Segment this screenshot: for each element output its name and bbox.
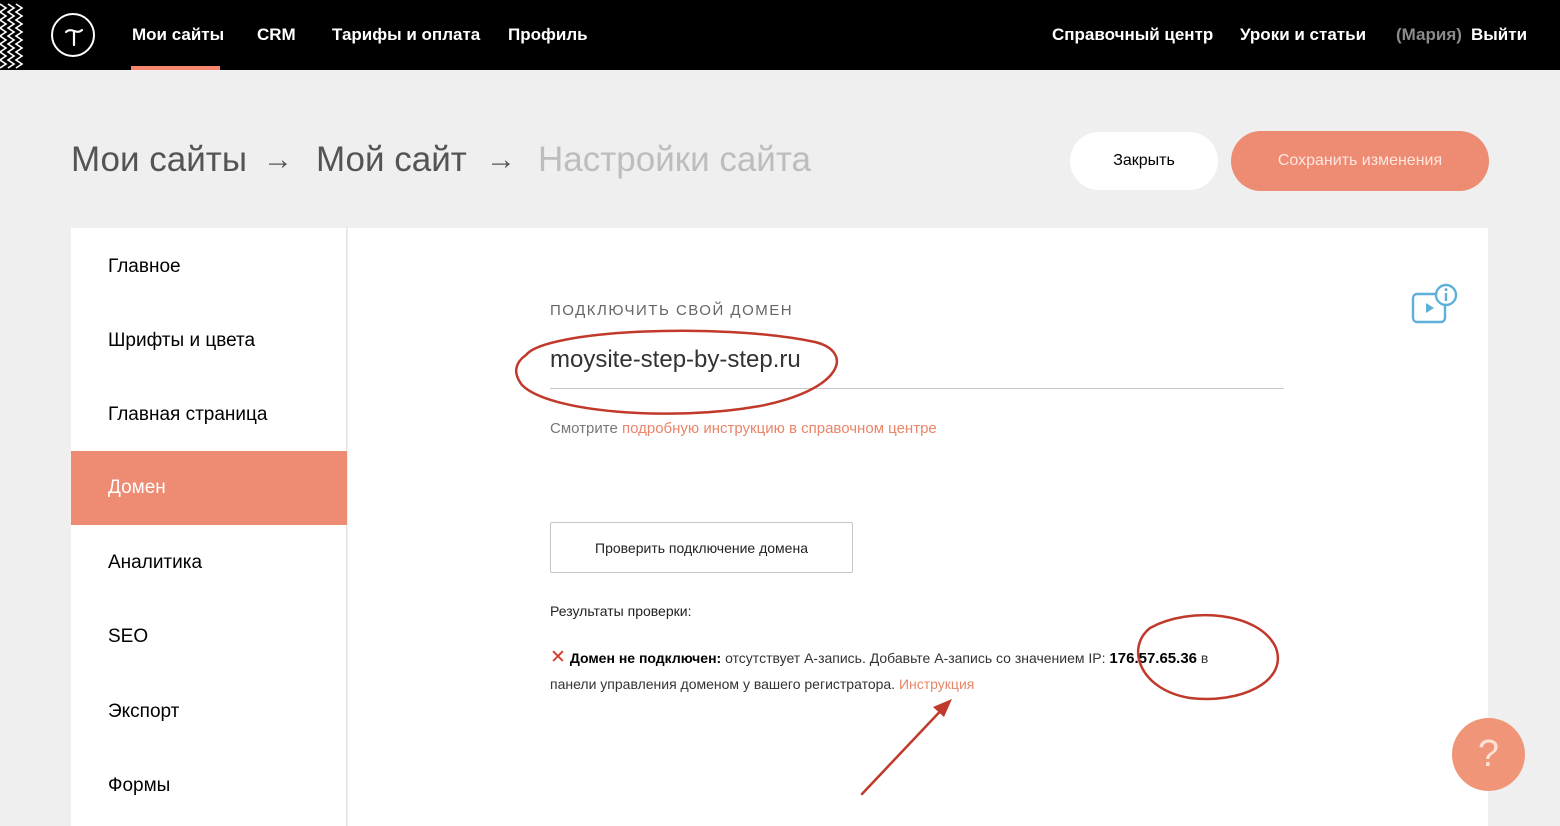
error-x-icon: ✕ (550, 647, 566, 668)
breadcrumb-my-site[interactable]: Мой сайт (316, 138, 467, 182)
domain-input[interactable]: moysite-step-by-step.ru (550, 343, 801, 377)
logout-link[interactable]: Выйти (1471, 23, 1527, 47)
page-title: Настройки сайта (538, 140, 811, 179)
result-message-line2: панели управления доменом у вашего регис… (550, 676, 899, 692)
nav-my-sites[interactable]: Мои сайты (132, 23, 224, 47)
instruction-link[interactable]: Инструкция (899, 676, 974, 692)
sidebar-item-home-page[interactable]: Главная страница (71, 378, 347, 452)
help-center-instruction-link[interactable]: подробную инструкцию в справочном центре (622, 420, 937, 437)
save-changes-button[interactable]: Сохранить изменения (1231, 131, 1489, 191)
nav-tariffs[interactable]: Тарифы и оплата (332, 23, 480, 47)
video-info-icon[interactable] (1410, 283, 1458, 325)
breadcrumb-separator: → (263, 143, 293, 176)
sidebar-item-export[interactable]: Экспорт (71, 675, 347, 749)
sidebar-item-analytics[interactable]: Аналитика (71, 526, 347, 600)
sidebar-item-fonts-colors[interactable]: Шрифты и цвета (71, 304, 347, 378)
status-not-connected: Домен не подключен: (569, 650, 722, 666)
result-message: отсутствует А-запись. Добавьте А-запись … (721, 650, 1110, 666)
settings-sidebar: Главное Шрифты и цвета Главная страница … (71, 228, 347, 826)
domain-settings-panel (348, 228, 1488, 826)
breadcrumb-my-sites[interactable]: Мои сайты (71, 138, 247, 182)
nav-lessons[interactable]: Уроки и статьи (1240, 23, 1366, 47)
nav-profile[interactable]: Профиль (508, 23, 588, 47)
top-navigation-bar: Мои сайты CRM Тарифы и оплата Профиль Сп… (0, 0, 1560, 70)
zigzag-decoration-icon (0, 3, 24, 69)
sidebar-item-forms[interactable]: Формы (71, 749, 347, 823)
nav-active-indicator (131, 66, 220, 70)
sidebar-item-main[interactable]: Главное (71, 230, 347, 304)
nav-help-center[interactable]: Справочный центр (1052, 23, 1213, 47)
user-name: (Мария) (1396, 25, 1462, 44)
question-icon: ? (1477, 733, 1500, 775)
check-result-line-1: ✕ Домен не подключен: отсутствует А-запи… (550, 648, 1208, 669)
result-message-tail: в (1197, 650, 1209, 666)
domain-section-label: ПОДКЛЮЧИТЬ СВОЙ ДОМЕН (550, 302, 794, 319)
domain-hint: Смотрите подробную инструкцию в справочн… (550, 419, 937, 439)
nav-crm[interactable]: CRM (257, 23, 296, 47)
domain-input-underline (550, 388, 1284, 389)
sidebar-item-domain[interactable]: Домен (71, 451, 347, 525)
breadcrumb-separator: → (486, 143, 516, 176)
check-result-line-2: панели управления доменом у вашего регис… (550, 674, 974, 694)
sidebar-item-seo[interactable]: SEO (71, 600, 347, 674)
check-domain-button[interactable]: Проверить подключение домена (550, 522, 853, 573)
help-button[interactable]: ? (1452, 718, 1525, 791)
results-label: Результаты проверки: (550, 603, 692, 619)
close-button[interactable]: Закрыть (1070, 132, 1218, 190)
hint-prefix: Смотрите (550, 420, 622, 437)
ip-address: 176.57.65.36 (1109, 650, 1198, 667)
tilda-logo-icon[interactable] (51, 13, 95, 57)
